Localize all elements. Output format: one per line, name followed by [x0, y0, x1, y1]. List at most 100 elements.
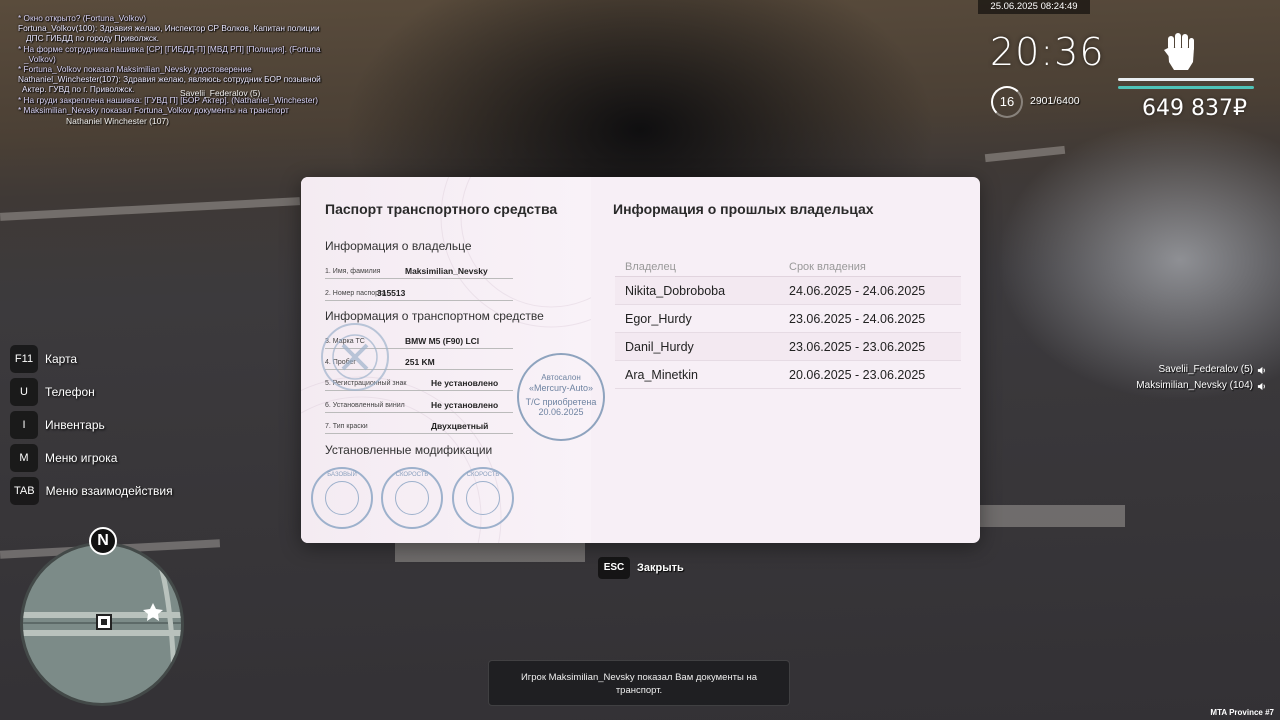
owner-section-title: Информация о владельце	[325, 239, 472, 253]
stamp-line: Автосалон	[541, 373, 581, 382]
player-name: Maksimilian_Nevsky (104)	[1136, 380, 1253, 391]
field-value: Не установлено	[431, 400, 499, 410]
player-row: Maksimilian_Nevsky (104)	[1136, 378, 1266, 394]
keybind-menu: F11 Карта U Телефон I Инвентарь M Меню и…	[10, 345, 173, 510]
chat-line: * Окно открыто? (Fortuna_Volkov)	[18, 13, 146, 23]
key-label: Карта	[45, 352, 78, 366]
owner-period: 23.06.2025 - 24.06.2025	[789, 311, 926, 326]
chat-line: * Fortuna_Volkov показал Maksimilian_Nev…	[18, 64, 252, 75]
chat-line: * На форме сотрудника нашивка [СР] [ГИБД…	[18, 43, 321, 54]
stamp-line: «Mercury-Auto»	[528, 383, 594, 393]
speedometer-icon	[395, 481, 429, 515]
notification-toast: Игрок Maksimilian_Nevsky показал Вам док…	[488, 660, 790, 706]
mod-stamp-speed: СКОРОСТЬ	[381, 467, 443, 529]
chat-line: Nathaniel_Winchester(107): Здравия желаю…	[18, 74, 321, 85]
vehicle-section-title: Информация о транспортном средстве	[325, 309, 544, 323]
owners-rows: Nikita_Dobroboba 24.06.2025 - 24.06.2025…	[615, 277, 961, 389]
keybind-player-menu[interactable]: M Меню игрока	[10, 444, 173, 472]
close-button[interactable]: ESC Закрыть	[598, 557, 684, 579]
server-name: MTA Province #7	[1210, 708, 1274, 717]
table-row: Danil_Hurdy 23.06.2025 - 23.06.2025	[615, 333, 961, 361]
road-stripe	[984, 145, 1066, 163]
owner-name: Ara_Minetkin	[625, 367, 698, 382]
owner-name: Egor_Hurdy	[625, 311, 692, 326]
field-value: 315513	[377, 288, 406, 298]
owner-period: 24.06.2025 - 24.06.2025	[789, 283, 926, 298]
chat-log: * Окно открыто? (Fortuna_Volkov) Fortuna…	[18, 13, 338, 115]
level-indicator: 16	[991, 86, 1023, 118]
close-label: Закрыть	[637, 562, 684, 574]
stamp-label: СКОРОСТЬ	[395, 472, 429, 478]
owner-period: 20.06.2025 - 23.06.2025	[789, 367, 926, 382]
speedometer-icon	[466, 481, 500, 515]
field-vinyl: 6. Установленный винил Не установлено	[325, 397, 513, 413]
registry-stamp	[321, 323, 389, 391]
player-nametag: Savelii_Federalov (5)	[180, 88, 261, 98]
esc-key: ESC	[598, 557, 630, 579]
field-value: Двухцветный	[431, 421, 489, 431]
key-label: Телефон	[45, 385, 95, 399]
game-clock: 20:36	[990, 30, 1105, 74]
mods-section-title: Установленные модификации	[325, 443, 493, 457]
chat-line: ДПС ГИБДД по городу Приволжск.	[26, 33, 159, 44]
passport-panel: Паспорт транспортного средства Информаци…	[301, 177, 605, 543]
xp-counter: 2901/6400	[1030, 95, 1080, 107]
player-nametag: Nathaniel Winchester (107)	[66, 116, 169, 126]
player-name: Savelii_Federalov (5)	[1158, 364, 1254, 375]
owners-table-header: Владелец Срок владения	[615, 261, 961, 277]
voice-player-list: Savelii_Federalov (5) Maksimilian_Nevsky…	[1136, 362, 1266, 394]
health-bar	[1118, 78, 1254, 81]
chat-line: * Maksimilian_Nevsky показал Fortuna_Vol…	[18, 104, 289, 115]
key-cap: F11	[10, 345, 38, 373]
table-row: Ara_Minetkin 20.06.2025 - 23.06.2025	[615, 361, 961, 389]
fist-icon	[1164, 33, 1194, 70]
money-display: 649 837₽	[1142, 96, 1247, 121]
key-cap: M	[10, 444, 38, 472]
field-owner-name: 1. Имя, фамилия Maksimilian_Nevsky	[325, 263, 513, 279]
chat-line: Fortuna_Volkov(100): Здравия желаю, Инсп…	[18, 23, 320, 34]
key-label: Инвентарь	[45, 418, 105, 432]
keybind-interaction-menu[interactable]: TAB Меню взаимодействия	[10, 477, 173, 505]
armor-bar	[1118, 86, 1254, 89]
keybind-phone[interactable]: U Телефон	[10, 378, 173, 406]
field-value: Maksimilian_Nevsky	[405, 266, 488, 276]
field-value: BMW M5 (F90) LCI	[405, 336, 480, 346]
field-passport-number: 2. Номер паспорта 315513	[325, 285, 513, 301]
owner-period: 23.06.2025 - 23.06.2025	[789, 339, 926, 354]
minimap-roads	[23, 545, 181, 703]
stamp-label: СКОРОСТЬ	[466, 472, 500, 478]
table-row: Egor_Hurdy 23.06.2025 - 24.06.2025	[615, 305, 961, 333]
col-period: Срок владения	[789, 261, 866, 273]
compass-north: N	[89, 527, 117, 555]
keybind-inventory[interactable]: I Инвентарь	[10, 411, 173, 439]
col-owner: Владелец	[625, 261, 676, 273]
mod-stamp-base: БАЗОВЫЙ	[311, 467, 373, 529]
owners-title: Информация о прошлых владельцах	[613, 201, 874, 217]
dealer-stamp: Автосалон «Mercury-Auto» Т/С приобретена…	[517, 353, 605, 441]
road-stripe	[980, 505, 1125, 527]
road-stripe	[0, 197, 301, 221]
minimap[interactable]	[20, 542, 184, 706]
owner-name: Danil_Hurdy	[625, 339, 694, 354]
passport-title: Паспорт транспортного средства	[325, 201, 558, 217]
mod-stamp-speed: СКОРОСТЬ	[452, 467, 514, 529]
speaker-icon	[1257, 366, 1265, 374]
field-value: Не установлено	[431, 378, 499, 388]
chat-line: _Volkov)	[24, 53, 56, 64]
field-value: 251 KM	[405, 357, 435, 367]
tools-icon	[332, 334, 378, 380]
key-cap: I	[10, 411, 38, 439]
owner-name: Nikita_Dobroboba	[625, 283, 726, 298]
field-label: 7. Тип краски	[325, 423, 368, 430]
key-cap: U	[10, 378, 38, 406]
field-label: 6. Установленный винил	[325, 402, 405, 409]
keybind-map[interactable]: F11 Карта	[10, 345, 173, 373]
chat-line: * На груди закреплена нашивка: [ГУВД П] …	[18, 94, 318, 105]
key-cap: TAB	[10, 477, 39, 505]
vehicle-passport-dialog: Паспорт транспортного средства Информаци…	[301, 177, 980, 543]
owners-table: Владелец Срок владения Nikita_Dobroboba …	[615, 261, 961, 389]
stamp-line: 20.06.2025	[538, 407, 584, 417]
chat-line: Актер. ГУВД по г. Приволжск.	[22, 84, 135, 95]
table-row: Nikita_Dobroboba 24.06.2025 - 24.06.2025	[615, 277, 961, 305]
field-paint-type: 7. Тип краски Двухцветный	[325, 418, 513, 434]
